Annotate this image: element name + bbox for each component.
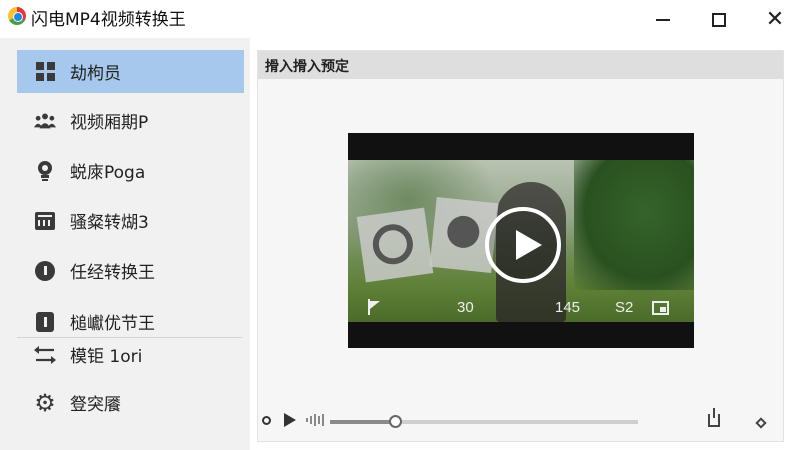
sidebar-item-label: 蜕庲Poga xyxy=(70,163,146,183)
seek-bar-fill xyxy=(330,420,395,424)
sidebar-item-label: 槌巘优节王 xyxy=(70,314,155,334)
video-speed-label[interactable]: S2 xyxy=(615,299,633,316)
people-icon xyxy=(34,110,56,132)
sidebar-item-mode[interactable]: 模钜 1ori xyxy=(17,333,244,376)
bulb-icon xyxy=(34,160,56,182)
gear-icon: ⚙ xyxy=(34,388,56,417)
close-icon: ✕ xyxy=(765,7,785,32)
video-time-left: 30 xyxy=(457,299,474,316)
sidebar-item-label: 视频厢期P xyxy=(70,113,149,133)
volume-icon[interactable] xyxy=(306,413,326,427)
fullscreen-icon[interactable] xyxy=(652,301,669,315)
title-bar: 闪电MP4视频转换王 ✕ xyxy=(0,0,800,38)
seek-bar[interactable] xyxy=(330,420,638,424)
sidebar-item-label: 模钜 1ori xyxy=(70,347,143,367)
info-icon xyxy=(34,260,56,282)
sidebar-item-label: 任经转换王 xyxy=(70,263,155,283)
panel-title: 搰入搰入预定 xyxy=(258,51,783,79)
minimize-button[interactable] xyxy=(651,8,675,32)
app-logo-icon xyxy=(8,7,26,25)
sidebar-item-label: 豋突餍 xyxy=(70,395,121,415)
sidebar-item-any-convert[interactable]: 任经转换王 xyxy=(17,249,244,292)
play-icon[interactable] xyxy=(284,413,296,427)
sidebar-item-home[interactable]: 劫枸员 xyxy=(17,50,244,93)
sidebar-item-label: 骚粲转煳3 xyxy=(70,213,149,233)
sidebar-item-video[interactable]: 视频厢期P xyxy=(17,99,244,142)
record-icon[interactable] xyxy=(262,416,271,425)
app-title: 闪电MP4视频转换王 xyxy=(31,10,186,30)
main-panel: 搰入搰入预定 30 145 S2 xyxy=(257,50,784,442)
video-time-mid: 145 xyxy=(555,299,581,316)
video-controls: 30 145 S2 xyxy=(348,293,694,323)
sidebar-item-label: 劫枸员 xyxy=(70,64,121,84)
transfer-icon xyxy=(34,344,56,366)
flag-icon[interactable] xyxy=(368,299,382,315)
maximize-button[interactable] xyxy=(707,8,731,32)
sidebar-item-poga[interactable]: 蜕庲Poga xyxy=(17,149,244,192)
minimize-icon xyxy=(656,19,670,21)
close-button[interactable]: ✕ xyxy=(763,8,787,32)
calculator-icon xyxy=(34,210,56,232)
info-box-icon xyxy=(34,311,56,333)
play-overlay-icon[interactable] xyxy=(485,207,561,283)
maximize-icon xyxy=(712,13,726,27)
sidebar-item-settings[interactable]: ⚙ 豋突餍 xyxy=(17,381,244,424)
grid-icon xyxy=(34,61,56,83)
export-icon[interactable] xyxy=(708,408,720,427)
video-preview[interactable]: 30 145 S2 xyxy=(348,133,694,348)
seek-thumb[interactable] xyxy=(388,415,402,428)
sidebar-item-convert[interactable]: 骚粲转煳3 xyxy=(17,199,244,242)
